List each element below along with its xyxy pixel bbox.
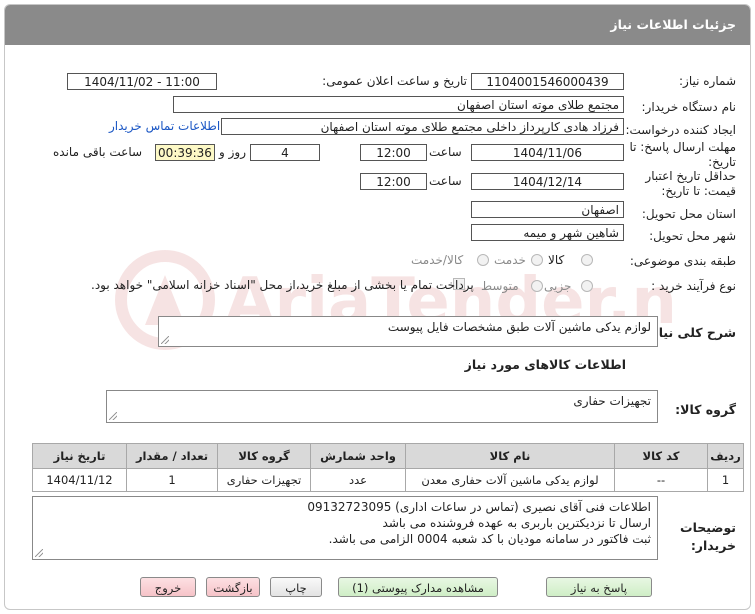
province-label: استان محل تحویل: [641, 207, 736, 221]
category-radio-goods-service[interactable] [477, 254, 489, 266]
buyer-note-line: ثبت فاکتور در سامانه مودیان با کد شعبه 0… [328, 532, 651, 546]
col-header-code: کد کالا [614, 443, 708, 469]
days-remaining-field: 4 [250, 144, 320, 161]
title-bar: جزئیات اطلاعات نیاز [5, 5, 750, 45]
back-button[interactable]: بازگشت [206, 577, 260, 597]
validity-time-label: ساعت [429, 174, 462, 188]
cell-name: لوازم یدکی ماشین آلات حفاری معدن [405, 468, 615, 492]
time-remaining-label: ساعت باقی مانده [53, 145, 143, 159]
goods-section-title: اطلاعات کالاهای مورد نیاز [464, 357, 626, 372]
description-text: لوازم یدکی ماشین آلات طبق مشخصات فایل پی… [387, 320, 651, 334]
page-title: جزئیات اطلاعات نیاز [610, 17, 736, 32]
reply-button[interactable]: پاسخ به نیاز [546, 577, 652, 597]
time-remaining-field: 00:39:36 [155, 144, 215, 161]
resize-grip-icon[interactable] [161, 336, 169, 344]
cell-row-number: 1 [707, 468, 744, 492]
announce-label: تاریخ و ساعت اعلان عمومی: [322, 74, 467, 88]
resize-grip-icon[interactable] [109, 412, 117, 420]
exit-button[interactable]: خروج [140, 577, 196, 597]
process-radio-minor[interactable] [581, 280, 593, 292]
province-field: اصفهان [471, 201, 624, 218]
reply-time-field: 12:00 [360, 144, 427, 161]
city-field: شاهین شهر و میمه [471, 224, 624, 241]
buyer-notes-label: توضیحات خریدار: [680, 520, 736, 553]
cell-unit: عدد [310, 468, 406, 492]
cell-code: -- [614, 468, 708, 492]
col-header-name: نام کالا [405, 443, 615, 469]
cell-group: تجهیزات حفاری [217, 468, 311, 492]
category-option-service: خدمت [494, 253, 526, 267]
creator-label: ایجاد کننده درخواست: [625, 123, 736, 137]
table-row: 1 -- لوازم یدکی ماشین آلات حفاری معدن عد… [32, 468, 744, 492]
city-label: شهر محل تحویل: [649, 229, 736, 243]
view-attachments-button[interactable]: مشاهده مدارک پیوستی (1) [338, 577, 498, 597]
cell-need-date: 1404/11/12 [32, 468, 127, 492]
buyer-org-label: نام دستگاه خریدار: [641, 100, 737, 114]
col-header-quantity: تعداد / مقدار [126, 443, 218, 469]
creator-field: فرزاد هادی کارپرداز داخلی مجتمع طلای موت… [221, 118, 624, 135]
resize-grip-icon[interactable] [35, 549, 43, 557]
goods-group-field: تجهیزات حفاری [106, 390, 658, 423]
reply-time-label: ساعت [429, 145, 462, 159]
description-label: شرح کلی نیاز: [646, 325, 736, 340]
category-option-goods: کالا [548, 253, 565, 267]
need-number-label: شماره نیاز: [679, 74, 736, 88]
category-label: طبقه بندی موضوعی: [629, 254, 736, 268]
price-validity-label: حداقل تاریخ اعتبار قیمت: تا تاریخ: [645, 169, 736, 198]
goods-table: ردیف کد کالا نام کالا واحد شمارش گروه کا… [32, 443, 744, 492]
print-button[interactable]: چاپ [270, 577, 322, 597]
validity-date-field: 1404/12/14 [471, 173, 624, 190]
category-radio-service[interactable] [531, 254, 543, 266]
buyer-notes-textarea[interactable]: اطلاعات فنی آقای نصیری (تماس در ساعات اد… [32, 496, 658, 560]
buyer-note-line: اطلاعات فنی آقای نصیری (تماس در ساعات اد… [307, 500, 651, 514]
need-number-field: 1104001546000439 [471, 73, 624, 90]
table-header-row: ردیف کد کالا نام کالا واحد شمارش گروه کا… [32, 443, 744, 469]
col-header-unit: واحد شمارش [310, 443, 406, 469]
category-radio-goods[interactable] [581, 254, 593, 266]
details-panel: AriaTender.net جزئیات اطلاعات نیاز شماره… [4, 4, 751, 610]
treasury-note: پرداخت تمام یا بخشی از مبلغ خرید،از محل … [91, 278, 474, 292]
goods-group-label: گروه کالا: [675, 402, 736, 417]
reply-deadline-label: مهلت ارسال پاسخ: تا تاریخ: [629, 140, 736, 169]
goods-group-value: تجهیزات حفاری [573, 394, 651, 408]
buyer-note-line: ارسال تا نزدیکترین باربری به عهده فروشند… [382, 516, 651, 530]
process-option-medium: متوسط [481, 279, 519, 293]
announce-field: 1404/11/02 - 11:00 [67, 73, 217, 90]
col-header-row-number: ردیف [707, 443, 744, 469]
process-option-minor: جزیی [544, 279, 572, 293]
buyer-contact-link[interactable]: اطلاعات تماس خریدار [109, 119, 220, 133]
process-label: نوع فرآیند خرید : [651, 279, 736, 293]
cell-quantity: 1 [126, 468, 218, 492]
days-label: روز و [219, 145, 246, 159]
description-textarea[interactable]: لوازم یدکی ماشین آلات طبق مشخصات فایل پی… [158, 316, 658, 347]
reply-date-field: 1404/11/06 [471, 144, 624, 161]
process-radio-medium[interactable] [531, 280, 543, 292]
col-header-group: گروه کالا [217, 443, 311, 469]
category-option-goods-service: کالا/خدمت [411, 253, 464, 267]
col-header-need-date: تاریخ نیاز [32, 443, 127, 469]
validity-time-field: 12:00 [360, 173, 427, 190]
buyer-org-field: مجتمع طلای موته استان اصفهان [173, 96, 624, 113]
